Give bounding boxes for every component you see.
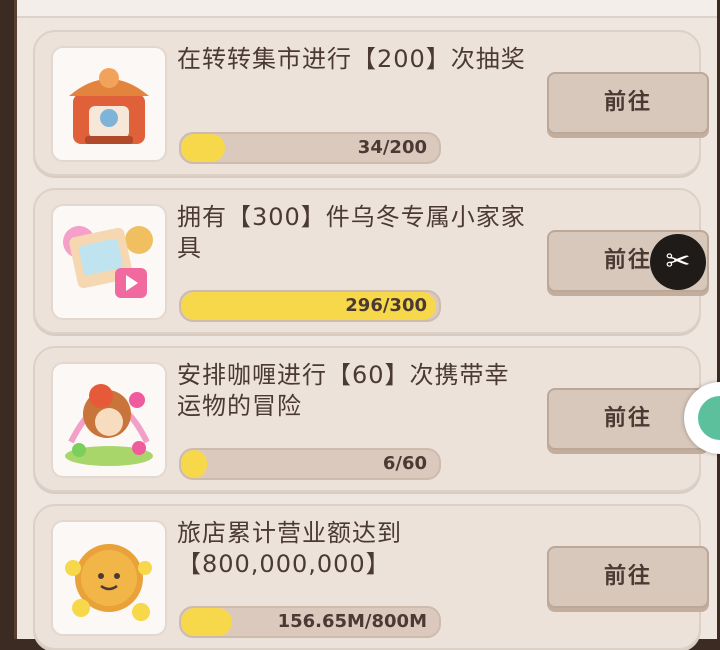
task-icon-box [51,46,167,162]
progress-text: 34/200 [357,137,427,158]
progress-text: 156.65M/800M [277,611,427,632]
scissors-icon[interactable]: ✂ [650,234,706,290]
progress-bar: 156.65M/800M [179,606,441,638]
task-icon-box [51,520,167,636]
furniture-set-icon [63,226,153,298]
task-icon-box [51,204,167,320]
gold-cookie-icon [65,544,152,621]
carousel-stage-icon [69,68,149,144]
go-button[interactable]: 前往 [547,546,709,608]
go-button[interactable]: 前往 [547,72,709,134]
progress-bar: 6/60 [179,448,441,480]
progress-bar: 296/300 [179,290,441,322]
task-card: 旅店累计营业额达到【800,000,000】 156.65M/800M 前往 [33,504,709,650]
progress-fill [181,608,232,636]
task-title: 安排咖喱进行【60】次携带幸运物的冒险 [177,361,510,420]
task-card: 在转转集市进行【200】次抽奖 34/200 前往 [33,30,709,176]
progress-text: 296/300 [345,295,427,316]
task-title: 拥有【300】件乌冬专属小家家具 [177,203,526,262]
task-card: 安排咖喱进行【60】次携带幸运物的冒险 6/60 前往 [33,346,709,492]
task-title: 旅店累计营业额达到【800,000,000】 [177,519,402,578]
progress-text: 6/60 [382,453,427,474]
curry-adventure-icon [65,384,153,466]
task-icon-box [51,362,167,478]
task-panel: 在转转集市进行【200】次抽奖 34/200 前往 拥有【300】件乌冬专属小家… [14,0,717,650]
panel-top-edge [17,0,717,18]
progress-bar: 34/200 [179,132,441,164]
progress-fill [181,134,225,162]
progress-fill [181,450,207,478]
task-title: 在转转集市进行【200】次抽奖 [177,45,526,73]
task-card: 拥有【300】件乌冬专属小家家具 296/300 前往 [33,188,709,334]
